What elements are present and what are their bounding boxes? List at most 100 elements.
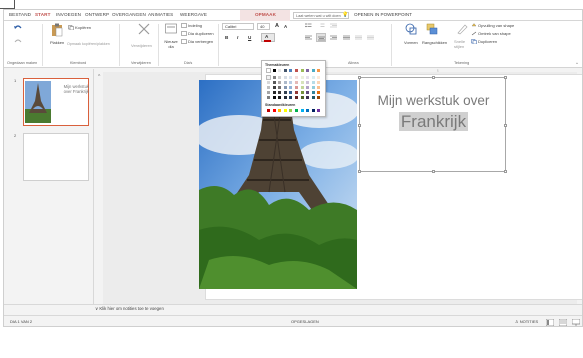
bold-button[interactable]: B [225, 35, 228, 40]
theme-color-swatch[interactable] [317, 96, 321, 99]
tab-animaties[interactable]: ANIMATIES [148, 12, 173, 17]
slide-thumbnail-1[interactable]: Mijn werkstuk over Frankrijk [23, 78, 89, 126]
theme-color-swatch[interactable] [278, 91, 282, 94]
scroll-up-arrow-icon[interactable]: ^ [98, 74, 100, 80]
text-direction-icon[interactable] [355, 35, 362, 40]
duplicate-slide-button[interactable]: Dia dupliceren [188, 31, 214, 36]
theme-color-swatch[interactable] [278, 69, 282, 72]
notes-bar[interactable]: ∨ Klik hier om notities toe te voegen [4, 304, 582, 313]
layout-button[interactable]: Indeling [188, 23, 202, 28]
theme-color-swatch[interactable] [289, 86, 293, 89]
format-painter-button[interactable]: Opmaak kopiëren/plakken [67, 42, 110, 46]
standard-color-swatch[interactable] [317, 109, 321, 112]
copy-icon[interactable] [68, 25, 74, 30]
standard-color-swatch[interactable] [267, 109, 270, 112]
theme-color-swatch[interactable] [300, 81, 304, 84]
delete-button[interactable]: Verwijderen [131, 43, 152, 48]
theme-color-swatch[interactable] [289, 69, 293, 72]
theme-color-swatch[interactable] [317, 91, 321, 94]
theme-color-swatch[interactable] [300, 91, 304, 94]
paste-button[interactable]: Plakken [50, 40, 64, 45]
resize-handle[interactable] [504, 170, 507, 173]
quick-styles-icon[interactable] [456, 23, 468, 35]
title-placeholder[interactable]: Mijn werkstuk over Frankrijk [358, 76, 507, 173]
resize-handle[interactable] [504, 76, 507, 79]
standard-color-swatch[interactable] [289, 109, 293, 112]
font-color-button[interactable]: A [261, 33, 275, 42]
theme-color-swatch[interactable] [300, 69, 304, 72]
shape-fill-button[interactable]: Opvulling van shape [478, 23, 514, 28]
standard-color-swatch[interactable] [272, 109, 276, 112]
standard-color-swatch[interactable] [295, 109, 298, 112]
theme-color-swatch[interactable] [295, 86, 298, 89]
layout-icon[interactable] [181, 23, 187, 28]
theme-color-swatch[interactable] [306, 91, 310, 94]
quick-styles-button[interactable]: Snelle stijlen [454, 39, 467, 49]
hide-slide-icon[interactable] [181, 39, 187, 44]
theme-color-swatch[interactable] [306, 76, 310, 79]
theme-color-swatch[interactable] [266, 68, 271, 73]
font-name-select[interactable]: Calibri [222, 23, 254, 30]
theme-color-swatch[interactable] [283, 81, 287, 84]
copy-button[interactable]: Kopiëren [75, 25, 91, 30]
arrange-button[interactable]: Rangschikken [422, 40, 447, 45]
theme-color-swatch[interactable] [306, 86, 310, 89]
theme-color-swatch[interactable] [311, 76, 315, 79]
theme-color-swatch[interactable] [283, 69, 287, 72]
delete-icon[interactable] [138, 23, 150, 35]
open-in-powerpoint-link[interactable]: OPENEN IN POWERPOINT [354, 12, 412, 17]
slide-thumbnail-2[interactable] [23, 133, 89, 181]
theme-color-swatch[interactable] [289, 81, 293, 84]
theme-color-swatch[interactable] [278, 81, 282, 84]
grow-font-button[interactable]: A [275, 23, 279, 29]
slideshow-icon[interactable] [572, 319, 580, 326]
collapse-ribbon-icon[interactable]: ^ [576, 61, 578, 66]
theme-color-swatch[interactable] [295, 81, 298, 84]
theme-color-swatch[interactable] [295, 91, 298, 94]
notes-toggle-button[interactable]: ♙ NOTITIES [515, 319, 538, 324]
theme-color-swatch[interactable] [272, 69, 276, 72]
theme-color-swatch[interactable] [317, 69, 321, 72]
standard-color-swatch[interactable] [283, 109, 287, 112]
theme-color-swatch[interactable] [272, 91, 276, 94]
resize-handle[interactable] [358, 170, 361, 173]
shrink-font-button[interactable]: A [284, 24, 287, 29]
theme-color-swatch[interactable] [289, 91, 293, 94]
duplicate-slide-icon[interactable] [181, 31, 187, 36]
resize-handle[interactable] [358, 76, 361, 79]
tab-overgangen[interactable]: OVERGANGEN [112, 12, 146, 17]
undo-icon[interactable] [13, 24, 23, 32]
theme-color-swatch[interactable] [317, 86, 321, 89]
standard-color-swatch[interactable] [278, 109, 282, 112]
underline-button[interactable]: U [248, 35, 251, 40]
theme-color-swatch[interactable] [306, 69, 310, 72]
theme-color-swatch[interactable] [311, 91, 315, 94]
theme-color-swatch[interactable] [311, 81, 315, 84]
align-right-icon[interactable] [330, 35, 337, 40]
justify-icon[interactable] [343, 35, 350, 40]
theme-color-swatch[interactable] [272, 81, 276, 84]
theme-color-swatch[interactable] [300, 86, 304, 89]
bullets-icon[interactable] [305, 23, 312, 28]
rtl-icon[interactable] [367, 35, 374, 40]
theme-color-swatch[interactable] [306, 81, 310, 84]
standard-color-swatch[interactable] [306, 109, 310, 112]
redo-icon[interactable] [13, 37, 23, 45]
theme-color-swatch[interactable] [295, 96, 298, 99]
theme-color-swatch[interactable] [278, 96, 282, 99]
theme-color-swatch[interactable] [317, 76, 321, 79]
rotate-handle-icon[interactable]: ♁ [436, 68, 440, 74]
align-left-icon[interactable] [305, 35, 312, 40]
theme-color-swatch[interactable] [311, 69, 315, 72]
normal-view-icon[interactable] [546, 319, 554, 326]
numbering-icon[interactable] [318, 23, 325, 28]
resize-handle[interactable] [432, 170, 435, 173]
theme-color-swatch[interactable] [267, 91, 270, 94]
slide-title-text[interactable]: Mijn werkstuk over [360, 93, 507, 108]
paste-icon[interactable] [51, 23, 63, 37]
theme-color-swatch[interactable] [272, 86, 276, 89]
theme-color-swatch[interactable] [278, 76, 282, 79]
italic-button[interactable]: I [237, 35, 238, 40]
shape-outline-button[interactable]: Omtrek van shape [478, 31, 511, 36]
shape-outline-icon[interactable] [471, 31, 477, 36]
